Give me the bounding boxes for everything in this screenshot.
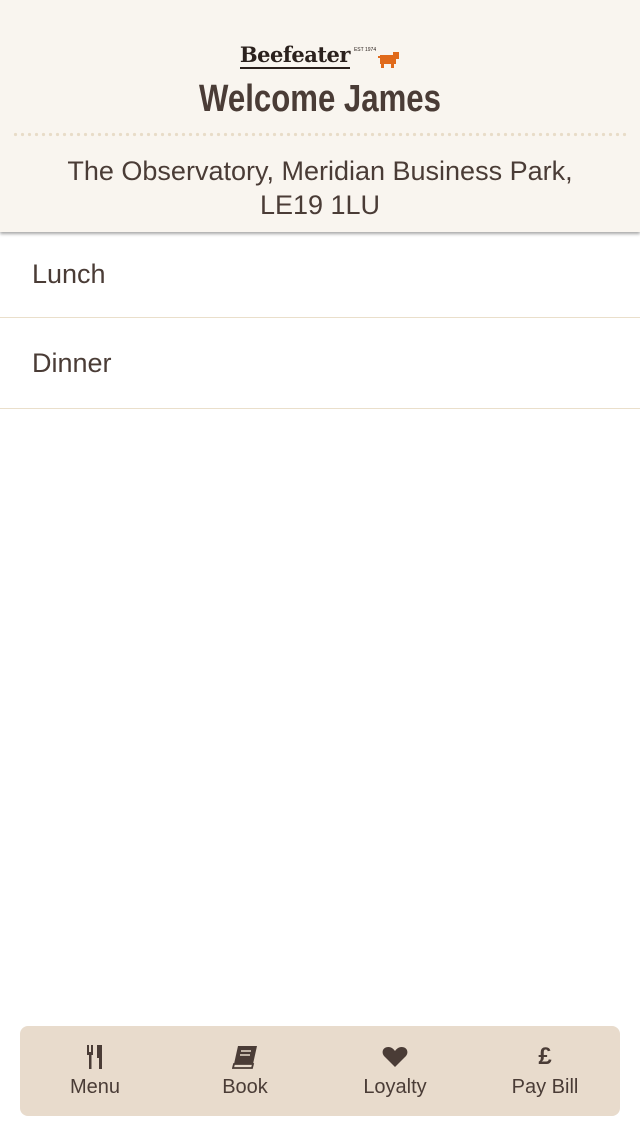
tab-pay-bill[interactable]: £ Pay Bill	[470, 1026, 620, 1116]
pound-icon: £	[538, 1042, 551, 1072]
welcome-title: Welcome James	[199, 78, 441, 120]
header: Beefeater EST 1974 Welcome James The Obs…	[0, 0, 640, 232]
logo-text: Beefeater	[239, 42, 350, 69]
list-item-lunch[interactable]: Lunch	[0, 232, 640, 318]
menu-list: Lunch Dinner	[0, 232, 640, 409]
tab-label: Loyalty	[363, 1076, 427, 1098]
address-text: The Observatory, Meridian Business Park,…	[67, 156, 573, 220]
tab-label: Book	[222, 1076, 268, 1098]
tab-book[interactable]: Book	[170, 1026, 320, 1116]
tab-menu[interactable]: Menu	[20, 1026, 170, 1116]
book-icon	[232, 1042, 258, 1072]
pound-glyph: £	[538, 1043, 552, 1070]
heart-icon	[382, 1042, 408, 1072]
beefeater-logo: Beefeater EST 1974	[0, 44, 640, 74]
tab-label: Pay Bill	[511, 1076, 579, 1098]
dotted-divider	[12, 132, 628, 137]
tab-label: Menu	[69, 1076, 121, 1098]
cutlery-icon	[86, 1042, 104, 1072]
list-item-label: Lunch	[32, 259, 106, 289]
logo-est-text: EST 1974	[353, 47, 377, 53]
bull-logo-icon	[378, 52, 400, 68]
restaurant-address: The Observatory, Meridian Business Park,…	[0, 154, 640, 222]
list-item-dinner[interactable]: Dinner	[0, 318, 640, 409]
bottom-tab-bar: Menu Book Loyalty £ Pay Bill	[20, 1026, 620, 1116]
tab-loyalty[interactable]: Loyalty	[320, 1026, 470, 1116]
list-item-label: Dinner	[32, 347, 112, 378]
